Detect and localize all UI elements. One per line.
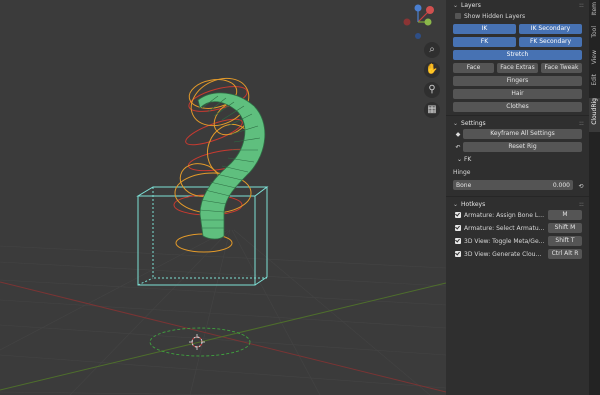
tab-tool[interactable]: Tool <box>589 26 600 48</box>
layer-clothes-button[interactable]: Clothes <box>453 102 582 112</box>
layer-face-extras-button[interactable]: Face Extras <box>497 63 538 73</box>
hotkey-label: 3D View: Toggle Meta/Generate... <box>464 237 545 245</box>
hotkey-enabled-checkbox[interactable] <box>455 251 461 257</box>
hotkeys-title: Hotkeys <box>461 201 486 208</box>
hotkey-label: Armature: Select Armature Lay... <box>464 224 545 232</box>
drag-handle-icon[interactable]: :::: <box>579 0 584 11</box>
hotkey-key-button[interactable]: Shift T <box>548 236 582 246</box>
keyframe-all-row: ◆ Keyframe All Settings <box>453 129 582 139</box>
hotkey-label: Armature: Assign Bone Layers <box>464 211 545 219</box>
layer-row: FK FK Secondary <box>453 37 582 47</box>
layer-fingers-button[interactable]: Fingers <box>453 76 582 86</box>
viewport-3d[interactable]: ⌕ ✋ ⚲ ▦ <box>0 0 446 395</box>
hotkey-label: 3D View: Generate CloudRig <box>464 250 545 258</box>
tab-item-label: Item <box>591 2 598 16</box>
zoom-icon[interactable]: ⌕ <box>424 42 440 58</box>
tab-tool-label: Tool <box>591 26 598 38</box>
layers-header[interactable]: ⌄ Layers :::: <box>449 0 586 11</box>
gizmo-neg-z-icon[interactable] <box>415 33 421 39</box>
floor-grid <box>0 229 446 395</box>
navigation-gizmo[interactable] <box>403 4 435 40</box>
chevron-down-icon: ⌄ <box>453 120 459 127</box>
hinge-label: Hinge <box>453 169 471 176</box>
show-hidden-checkbox[interactable] <box>455 13 461 19</box>
settings-section: ⌄ Settings :::: ◆ Keyframe All Settings … <box>449 118 586 193</box>
bone-field-value: 0.000 <box>552 181 570 189</box>
camera-icon[interactable]: ⚲ <box>424 82 440 98</box>
gizmo-x-icon[interactable] <box>426 6 434 14</box>
refresh-icon[interactable]: ⟲ <box>576 183 586 190</box>
undo-icon: ↶ <box>455 143 461 151</box>
layer-hair-button[interactable]: Hair <box>453 89 582 99</box>
show-hidden-layers-row[interactable]: Show Hidden Layers <box>455 11 582 21</box>
hotkey-key-button[interactable]: M <box>548 210 582 220</box>
bone-hinge-row: Bone 0.000 ⟲ <box>449 180 586 193</box>
tab-edit-label: Edit <box>591 74 598 86</box>
keyframe-icon: ◆ <box>455 130 461 138</box>
layer-fk-button[interactable]: FK <box>453 37 516 47</box>
fk-subpanel-label: FK <box>463 156 472 163</box>
section-divider <box>446 196 589 197</box>
drag-handle-icon[interactable]: :::: <box>579 118 584 129</box>
reset-rig-button[interactable]: Reset Rig <box>463 142 582 152</box>
bone-field-label: Bone <box>456 181 472 189</box>
layer-face-tweak-button[interactable]: Face Tweak <box>541 63 582 73</box>
hotkey-enabled-checkbox[interactable] <box>455 238 461 244</box>
chevron-down-icon: ⌄ <box>453 201 459 208</box>
layer-fk-secondary-button[interactable]: FK Secondary <box>519 37 582 47</box>
sidebar-panel: ⌄ Layers :::: Show Hidden Layers IK IK S… <box>446 0 589 395</box>
tab-view-label: View <box>591 50 598 65</box>
hotkey-row: Armature: Select Armature Lay... Shift M <box>455 223 582 233</box>
layers-title: Layers <box>461 2 481 9</box>
hotkeys-section: ⌄ Hotkeys :::: Armature: Assign Bone Lay… <box>449 199 586 259</box>
layer-row: Clothes <box>453 102 582 112</box>
gizmo-neg-x-icon[interactable] <box>403 18 411 26</box>
blender-window: ⌕ ✋ ⚲ ▦ ⌄ Layers :::: Show Hidden Layers… <box>0 0 600 395</box>
layer-row: Fingers <box>453 76 582 86</box>
hotkey-enabled-checkbox[interactable] <box>455 225 461 231</box>
reset-rig-row: ↶ Reset Rig <box>453 142 582 152</box>
layer-stretch-button[interactable]: Stretch <box>453 50 582 60</box>
tab-cloudrig-label: CloudRig <box>591 98 598 125</box>
layer-row: Face Face Extras Face Tweak <box>453 63 582 73</box>
keyframe-all-button[interactable]: Keyframe All Settings <box>463 129 582 139</box>
settings-title: Settings <box>461 120 486 127</box>
hotkey-key-button[interactable]: Ctrl Alt R <box>548 249 582 259</box>
hotkey-row: Armature: Assign Bone Layers M <box>455 210 582 220</box>
hand-icon[interactable]: ✋ <box>424 62 440 78</box>
fk-subpanel-header[interactable]: ⌄ FK <box>457 155 582 164</box>
sidebar-tabs: Item Tool View Edit CloudRig <box>589 0 600 395</box>
grid-icon[interactable]: ▦ <box>424 102 440 118</box>
gizmo-y-icon[interactable] <box>424 18 432 26</box>
tab-edit[interactable]: Edit <box>589 74 600 96</box>
viewport-nav-tools: ⌕ ✋ ⚲ ▦ <box>424 42 442 122</box>
layer-row: Stretch <box>453 50 582 60</box>
layer-row: Hair <box>453 89 582 99</box>
layer-ik-button[interactable]: IK <box>453 24 516 34</box>
tab-item[interactable]: Item <box>589 2 600 24</box>
tab-cloudrig[interactable]: CloudRig <box>589 98 600 132</box>
hotkey-row: 3D View: Generate CloudRig Ctrl Alt R <box>455 249 582 259</box>
chevron-down-icon: ⌄ <box>453 2 459 9</box>
drag-handle-icon[interactable]: :::: <box>579 199 584 210</box>
hotkey-key-button[interactable]: Shift M <box>548 223 582 233</box>
show-hidden-label: Show Hidden Layers <box>464 12 526 20</box>
gizmo-z-icon[interactable] <box>414 4 422 12</box>
layer-row: IK IK Secondary <box>453 24 582 34</box>
layers-section: ⌄ Layers :::: Show Hidden Layers IK IK S… <box>449 0 586 112</box>
3d-cursor-icon[interactable] <box>189 334 205 350</box>
hotkey-enabled-checkbox[interactable] <box>455 212 461 218</box>
chevron-down-icon: ⌄ <box>457 156 463 163</box>
y-axis-line <box>0 282 446 391</box>
layer-ik-secondary-button[interactable]: IK Secondary <box>519 24 582 34</box>
tab-view[interactable]: View <box>589 50 600 72</box>
section-divider <box>446 115 589 116</box>
viewport-scene <box>0 4 446 395</box>
hotkey-row: 3D View: Toggle Meta/Generate... Shift T <box>455 236 582 246</box>
settings-header[interactable]: ⌄ Settings :::: <box>449 118 586 129</box>
hotkeys-header[interactable]: ⌄ Hotkeys :::: <box>449 199 586 210</box>
layer-face-button[interactable]: Face <box>453 63 494 73</box>
bone-hinge-field[interactable]: Bone 0.000 <box>453 180 573 190</box>
